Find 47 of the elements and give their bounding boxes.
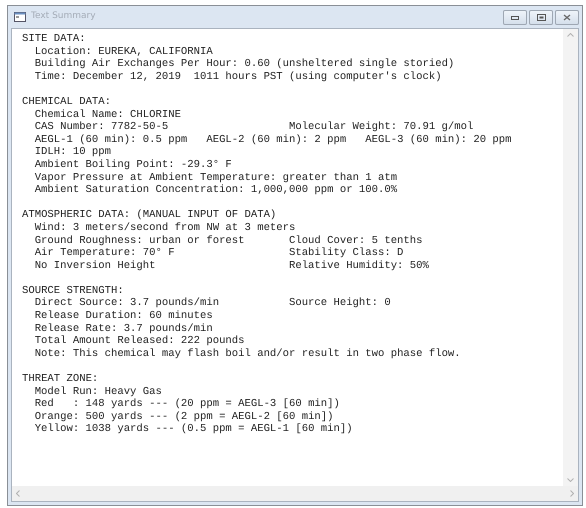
scroll-up-icon[interactable] [567,33,574,37]
minimize-icon [511,14,519,20]
summary-line: Source Height: 0 [288,297,391,310]
summary-line: Yellow: 1038 yards --- (0.5 ppm = AEGL-1 [60 min]) [34,423,353,436]
section-heading: SOURCE STRENGTH: [22,284,125,297]
summary-line: Time: December 12, 2019 1011 hours PST (using computer's clock) [34,70,442,84]
summary-line: Total Amount Released: 222 pounds [34,335,244,348]
summary-line: Air Temperature: 70° F [34,247,176,260]
summary-line: Model Run: Heavy Gas [34,386,162,398]
summary-line: Chemical Name: CHLORINE [34,108,181,121]
scroll-down-icon[interactable] [567,478,574,482]
summary-line: Note: This chemical may flash boil and/or result in two phase flow. [34,348,461,360]
summary-line: Ambient Saturation Concentration: 1,000,000 ppm or 100.0% [34,184,398,197]
section-heading: SITE DATA: [22,33,87,46]
horizontal-scrollbar[interactable] [12,486,578,501]
vertical-scrollbar[interactable] [563,29,578,486]
summary-line: Wind: 3 meters/second from NW at 3 meters [34,222,296,234]
summary-line: IDLH: 10 ppm [34,146,111,159]
window-icon [14,12,26,22]
summary-line: Ambient Boiling Point: -29.3° F [34,158,232,172]
minimize-button[interactable] [503,10,527,24]
section-heading: CHEMICAL DATA: [22,96,112,109]
summary-line: Relative Humidity: 50% [288,260,429,272]
summary-line: Release Duration: 60 minutes [34,310,213,323]
summary-line: Direct Source: 3.7 pounds/min [34,297,220,310]
summary-line: Ground Roughness: urban or forest [34,234,246,247]
scroll-left-icon[interactable] [16,490,20,497]
summary-line: No Inversion Height [34,260,156,272]
close-icon [563,14,571,20]
section-heading: THREAT ZONE: [22,373,100,386]
summary-line: Red : 148 yards --- (20 ppm = AEGL-3 [60 min]) [34,398,340,411]
summary-line: Building Air Exchanges Per Hour: 0.60 (unsheltered single storied) [34,58,454,71]
summary-line: Release Rate: 3.7 pounds/min [34,322,213,335]
summary-line: AEGL-1 (60 min): 0.5 ppm AEGL-2 (60 min): 2 ppm AEGL-3 (60 min): 20 ppm [34,134,512,146]
close-button[interactable] [555,10,579,24]
summary-line: Stability Class: D [288,247,404,260]
summary-line: Molecular Weight: 70.91 g/mol [288,121,474,134]
summary-line: Cloud Cover: 5 tenths [288,234,422,247]
maximize-icon [536,14,546,20]
maximize-button[interactable] [529,10,553,24]
summary-line: CAS Number: 7782-50-5 [34,121,170,134]
scroll-right-icon[interactable] [570,490,574,497]
summary-line: Orange: 500 yards --- (2 ppm = AEGL-2 [60 min]) [34,410,334,423]
summary-line: Vapor Pressure at Ambient Temperature: greater than 1 atm [34,172,398,184]
window-title: Text Summary [31,10,96,24]
summary-line: Location: EUREKA, CALIFORNIA [34,46,213,58]
section-heading: ATMOSPHERIC DATA: (MANUAL INPUT OF DATA) [22,209,278,222]
